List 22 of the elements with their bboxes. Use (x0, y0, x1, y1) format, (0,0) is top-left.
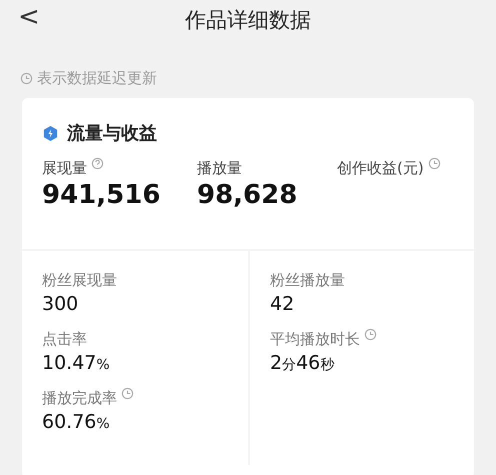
section-title: 流量与收益 (67, 122, 157, 146)
metric-label: 展现量 (42, 158, 87, 179)
metric-label: 粉丝播放量 (270, 270, 345, 291)
help-icon[interactable] (91, 157, 104, 170)
metric-value: 10.47% (42, 350, 111, 376)
metric-label: 粉丝展现量 (42, 270, 117, 291)
metric-label: 播放完成率 (42, 388, 117, 410)
metric-value: 98,628 (197, 180, 298, 211)
metric-value: 941,516 (42, 180, 162, 211)
bolt-icon (42, 125, 59, 142)
metric-value: 60.76% (42, 410, 111, 435)
metric-label: 创作收益(元) (337, 158, 424, 179)
page-title: 作品详细数据 (185, 7, 311, 34)
metric-value: 2分46秒 (270, 350, 336, 376)
metric-label: 平均播放时长 (270, 329, 360, 350)
metric-label: 点击率 (42, 329, 87, 350)
back-button[interactable]: < (14, 0, 44, 34)
clock-icon (20, 72, 33, 84)
metric-label: 播放量 (197, 158, 242, 179)
metric-value: 300 (42, 292, 80, 316)
metric-value: 42 (270, 292, 296, 316)
delay-note: 表示数据延迟更新 (37, 68, 157, 89)
